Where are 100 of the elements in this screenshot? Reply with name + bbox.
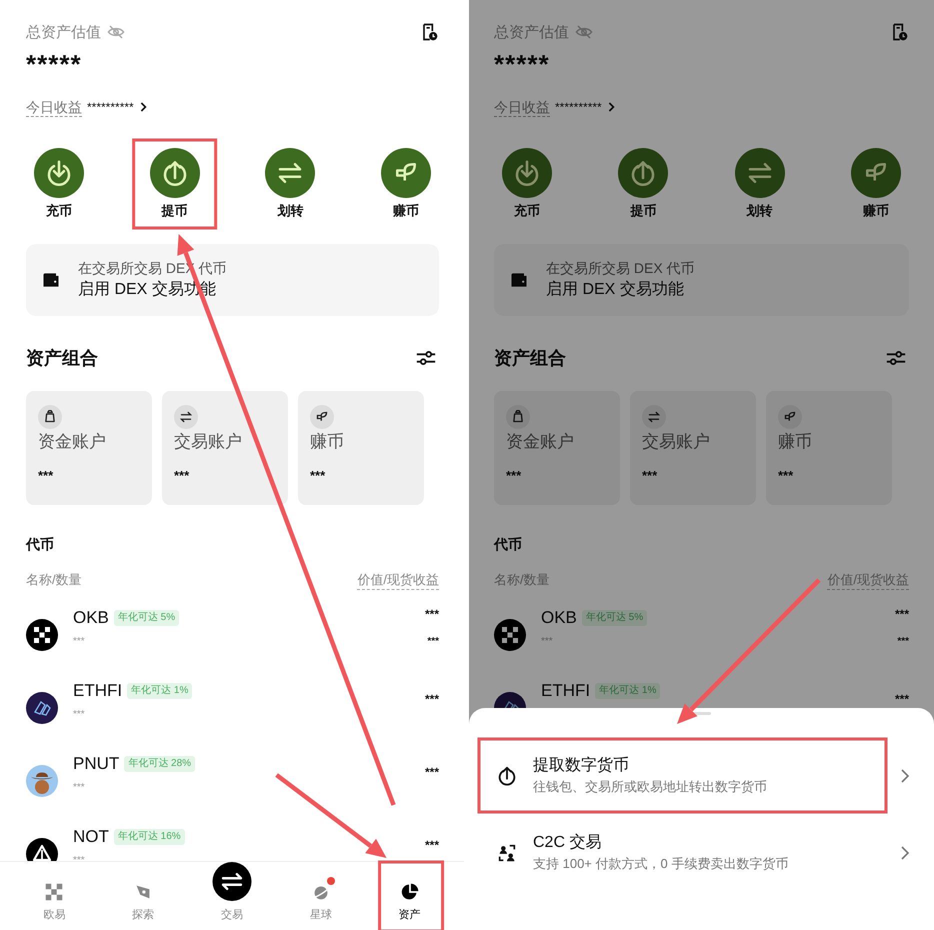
action-button[interactable]: 赚币 xyxy=(842,148,909,220)
action-button[interactable]: 划转 xyxy=(257,148,324,220)
token-value: *** xyxy=(894,607,909,621)
apy-tag: 年化可达 1% xyxy=(595,683,660,699)
account-name: 交易账户 xyxy=(642,431,711,453)
account-card[interactable]: 赚币 *** xyxy=(766,391,892,505)
upload-icon xyxy=(150,148,200,198)
section-title: 代币 xyxy=(494,535,523,554)
account-card[interactable]: 赚币 *** xyxy=(298,391,424,505)
token-value: *** xyxy=(424,607,439,621)
token-symbol[interactable]: OKB xyxy=(73,608,109,628)
apy-tag: 年化可达 28% xyxy=(124,756,196,772)
token-value: *** xyxy=(424,838,439,852)
account-name: 赚币 xyxy=(310,431,345,453)
checker-logo-icon xyxy=(494,619,526,651)
section-title: 代币 xyxy=(26,535,55,554)
balance-value: ***** xyxy=(26,48,83,80)
token-symbol[interactable]: PNUT xyxy=(73,754,120,774)
section-title: 资产组合 xyxy=(26,347,98,370)
swap-arrows-icon xyxy=(642,405,666,429)
today-pnl-value: ********** xyxy=(555,100,602,114)
action-button[interactable]: 提币 xyxy=(610,148,676,220)
chevron-right-icon[interactable] xyxy=(606,101,615,113)
account-value: *** xyxy=(174,468,190,483)
leaf-icon xyxy=(310,405,334,429)
download-icon xyxy=(502,148,552,198)
swap-arrows-icon xyxy=(174,405,198,429)
sheet-option[interactable]: C2C 交易 支持 100+ 付款方式，0 手续费卖出数字货币 xyxy=(479,816,922,889)
action-button[interactable]: 赚币 xyxy=(372,148,439,220)
apy-tag: 年化可达 5% xyxy=(582,610,648,626)
account-value: *** xyxy=(778,468,794,483)
balance-label: 总资产估值 xyxy=(494,22,569,42)
token-amount: *** xyxy=(73,635,86,649)
token-amount: *** xyxy=(73,708,86,722)
crystal-logo-icon xyxy=(26,692,58,724)
promo-subtitle: 在交易所交易 DEX 代币 xyxy=(546,259,695,278)
promo-card[interactable]: 在交易所交易 DEX 代币 启用 DEX 交易功能 xyxy=(494,244,909,316)
option-title: C2C 交易 xyxy=(533,832,602,852)
token-value: *** xyxy=(424,692,439,706)
chevron-right-icon[interactable] xyxy=(138,101,147,113)
swap-arrows-icon xyxy=(265,148,316,198)
account-value: *** xyxy=(310,468,326,483)
option-description: 支持 100+ 付款方式，0 手续费卖出数字货币 xyxy=(533,854,790,872)
nav-tab[interactable]: 探索 xyxy=(113,862,174,930)
column-header: 名称/数量 xyxy=(26,571,82,589)
account-value: *** xyxy=(642,468,658,483)
upload-icon xyxy=(618,148,668,198)
token-value: *** xyxy=(424,765,439,779)
account-name: 资金账户 xyxy=(38,431,107,453)
token-symbol[interactable]: ETHFI xyxy=(541,681,590,701)
token-pnl: *** xyxy=(427,635,439,649)
option-description: 往钱包、交易所或欧易地址转出数字货币 xyxy=(533,778,768,796)
today-pnl-value: ********** xyxy=(87,100,134,114)
upload-icon xyxy=(496,764,518,786)
hat-figure-icon xyxy=(26,765,58,797)
nav-tab[interactable]: 交易 xyxy=(202,862,262,930)
leaf-icon xyxy=(380,148,431,198)
bag-icon xyxy=(506,405,530,429)
bag-icon xyxy=(38,405,62,429)
balance-label: 总资产估值 xyxy=(26,22,101,42)
nav-tab[interactable]: 星球 xyxy=(290,862,351,930)
column-header[interactable]: 价值/现货收益 xyxy=(357,571,439,590)
account-value: *** xyxy=(38,468,54,483)
account-card[interactable]: 资金账户 *** xyxy=(26,391,152,505)
balance-value: ***** xyxy=(494,48,551,80)
download-icon xyxy=(34,148,84,198)
account-name: 赚币 xyxy=(778,431,813,453)
account-card[interactable]: 交易账户 *** xyxy=(630,391,756,505)
leaf-icon xyxy=(850,148,901,198)
option-title: 提取数字货币 xyxy=(533,756,630,776)
token-amount: *** xyxy=(541,635,554,649)
promo-title: 启用 DEX 交易功能 xyxy=(546,280,685,300)
account-value: *** xyxy=(506,468,522,483)
checker-logo-icon xyxy=(26,619,58,651)
apy-tag: 年化可达 1% xyxy=(127,683,192,699)
account-card[interactable]: 资金账户 *** xyxy=(494,391,620,505)
leaf-icon xyxy=(778,405,802,429)
action-button[interactable]: 划转 xyxy=(726,148,793,220)
action-button[interactable]: 提币 xyxy=(142,148,208,220)
column-header: 名称/数量 xyxy=(494,571,550,589)
nav-tab[interactable]: 资产 xyxy=(380,862,440,930)
token-pnl: *** xyxy=(897,635,909,649)
today-pnl-label[interactable]: 今日收益 xyxy=(26,98,82,116)
apy-tag: 年化可达 16% xyxy=(114,829,185,845)
sheet-option[interactable]: 提取数字货币 往钱包、交易所或欧易地址转出数字货币 xyxy=(479,739,922,812)
token-value: *** xyxy=(894,692,909,706)
checker-grid-icon xyxy=(43,881,66,903)
account-name: 资金账户 xyxy=(506,431,575,453)
section-title: 资产组合 xyxy=(494,347,566,370)
account-name: 交易账户 xyxy=(174,431,243,453)
chevron-right-icon xyxy=(900,844,910,860)
token-symbol[interactable]: OKB xyxy=(541,608,577,628)
action-button[interactable]: 充币 xyxy=(26,148,92,220)
swap-arrows-icon xyxy=(734,148,785,198)
action-button[interactable]: 充币 xyxy=(494,148,560,220)
token-amount: *** xyxy=(73,781,86,795)
token-symbol[interactable]: NOT xyxy=(73,827,109,847)
token-symbol[interactable]: ETHFI xyxy=(73,681,122,701)
account-card[interactable]: 交易账户 *** xyxy=(162,391,288,505)
apy-tag: 年化可达 5% xyxy=(114,610,180,626)
